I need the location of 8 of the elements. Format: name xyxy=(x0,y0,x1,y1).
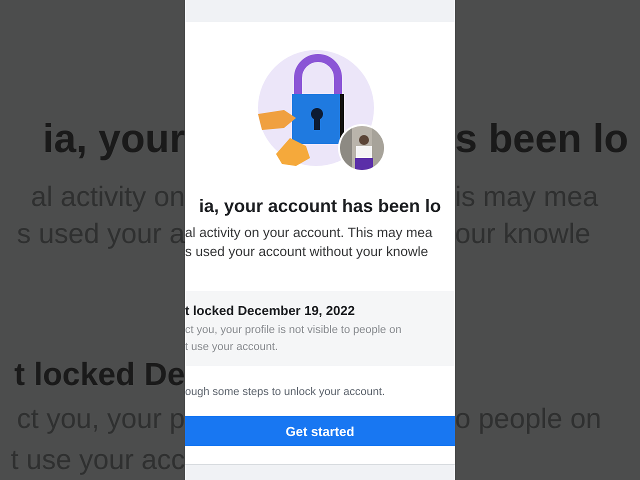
notice-heading: t locked December 19, 2022 xyxy=(185,303,356,318)
steps-text: ough some steps to unlock your account. xyxy=(185,386,386,398)
page-title: ia, your account has been lo xyxy=(198,196,442,217)
body-text: al activity on your account. This may mea xyxy=(185,224,434,242)
notice-text: ct you, your profile is not visible to people on xyxy=(185,323,402,338)
body-text: s used your account without your knowle xyxy=(185,244,430,261)
get-started-button[interactable]: Get started xyxy=(185,416,455,446)
notice-text: t use your account. xyxy=(185,340,279,355)
